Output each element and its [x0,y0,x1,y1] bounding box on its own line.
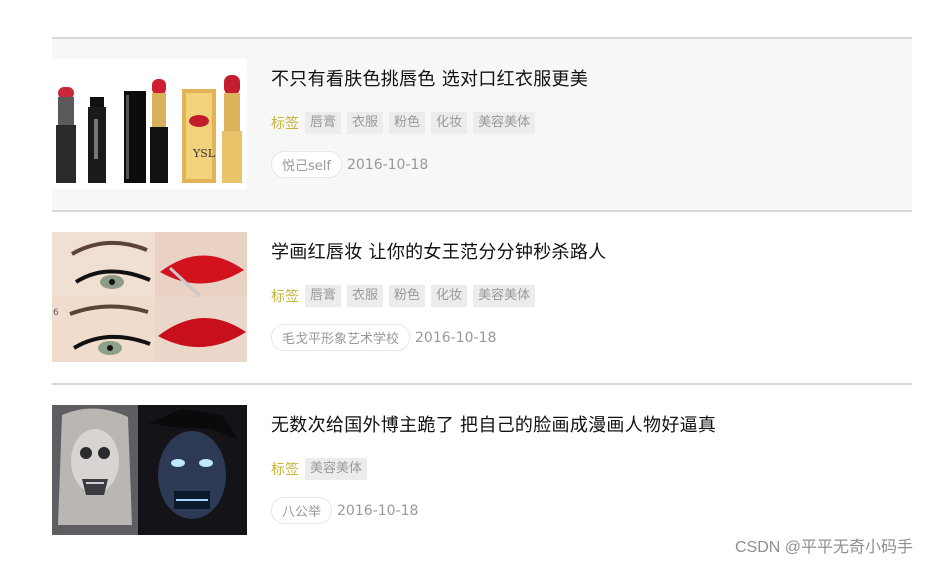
article-title[interactable]: 不只有看肤色挑唇色 选对口红衣服更美 [271,65,588,91]
author-badge[interactable]: 悦己self [271,151,342,178]
publish-date: 2016-10-18 [337,502,419,519]
lipstick-photo-icon: YSL [52,59,247,189]
tag-chip[interactable]: 唇膏 [305,112,342,134]
publish-date: 2016-10-18 [346,156,429,173]
face-paint-photo-icon [52,405,247,535]
tag-chip[interactable]: 化妆 [431,112,468,134]
watermark: CSDN @平平无奇小码手 [734,539,913,556]
tags-label: 标签 [271,116,299,132]
article-thumbnail[interactable]: 6 [52,232,247,362]
article-item[interactable]: 6 学画红唇妆 让你的女王范分分钟秒杀路人 标签 唇膏 衣服 粉色 化妆 美容美… [52,210,912,383]
article-item[interactable]: 无数次给国外博主跪了 把自己的脸画成漫画人物好逼真 标签 美容美体 八公举 20… [52,383,912,556]
tag-list: 标签 美容美体 [271,458,373,480]
svg-text:6: 6 [53,308,59,318]
tag-chip[interactable]: 衣服 [347,285,384,307]
tag-chip[interactable]: 美容美体 [473,112,536,134]
tag-list: 标签 唇膏 衣服 粉色 化妆 美容美体 [271,285,541,307]
publish-date: 2016-10-18 [415,329,497,346]
tag-chip[interactable]: 粉色 [389,285,426,307]
eye-lip-makeup-photo-icon: 6 [52,232,247,362]
tags-label: 标签 [271,289,299,305]
article-thumbnail[interactable] [52,405,247,535]
tag-chip[interactable]: 粉色 [389,112,426,134]
tag-chip[interactable]: 唇膏 [305,285,342,307]
article-list: YSL 不只有看肤色挑唇色 选对口红衣服更美 标签 唇膏 衣服 粉色 化妆 美容… [52,37,912,556]
article-meta: 毛戈平形象艺术学校 2016-10-18 [271,324,496,351]
article-meta: 悦己self 2016-10-18 [271,151,428,178]
tag-list: 标签 唇膏 衣服 粉色 化妆 美容美体 [271,112,541,134]
article-meta: 八公举 2016-10-18 [271,497,418,524]
author-badge[interactable]: 八公举 [271,497,333,524]
article-item[interactable]: YSL 不只有看肤色挑唇色 选对口红衣服更美 标签 唇膏 衣服 粉色 化妆 美容… [52,37,912,210]
tag-chip[interactable]: 美容美体 [473,285,536,307]
tags-label: 标签 [271,462,299,478]
author-badge[interactable]: 毛戈平形象艺术学校 [271,324,411,351]
tag-chip[interactable]: 衣服 [347,112,384,134]
article-thumbnail[interactable]: YSL [52,59,247,189]
svg-text:YSL: YSL [192,147,216,160]
article-title[interactable]: 无数次给国外博主跪了 把自己的脸画成漫画人物好逼真 [271,411,716,437]
article-title[interactable]: 学画红唇妆 让你的女王范分分钟秒杀路人 [271,238,606,264]
tag-chip[interactable]: 化妆 [431,285,468,307]
tag-chip[interactable]: 美容美体 [305,458,368,480]
